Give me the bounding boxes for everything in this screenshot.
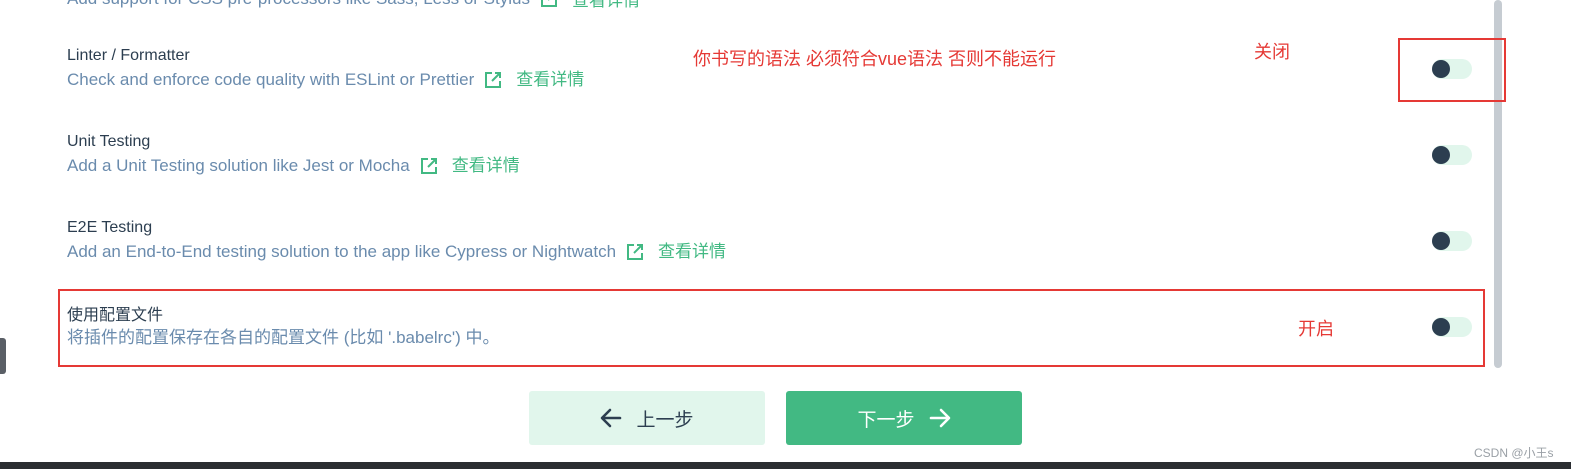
feature-desc: Add an End-to-End testing solution to th… <box>67 240 726 264</box>
more-link-label: 查看详情 <box>658 242 727 261</box>
external-link-icon <box>485 72 502 88</box>
annotation-box-config <box>58 289 1485 367</box>
feature-e2e-testing: E2E Testing Add an End-to-End testing so… <box>67 218 726 264</box>
external-link-icon <box>540 0 557 7</box>
side-drawer-handle[interactable] <box>0 338 6 374</box>
watermark: CSDN @小王s <box>1474 446 1554 460</box>
arrow-right-icon <box>929 408 950 428</box>
feature-desc-text: Add a Unit Testing solution like Jest or… <box>67 156 410 175</box>
toggle-unit-testing[interactable] <box>1432 145 1472 165</box>
partial-feature-desc-text: Add support for CSS pre-processors like … <box>67 0 530 9</box>
annotation-linter-note: 你书写的语法 必须符合vue语法 否则不能运行 <box>693 49 1057 69</box>
feature-title: Linter / Formatter <box>67 47 190 64</box>
project-features-page: Add support for CSS pre-processors like … <box>0 0 1571 469</box>
annotation-on-label: 开启 <box>1298 319 1334 339</box>
bottom-edge-bar <box>0 462 1571 469</box>
more-link-e2e-testing[interactable]: 查看详情 <box>626 240 726 264</box>
arrow-left-icon <box>601 408 622 428</box>
annotation-box-toggle <box>1398 38 1506 102</box>
feature-desc-text: Check and enforce code quality with ESLi… <box>67 70 475 89</box>
feature-title: E2E Testing <box>67 219 153 236</box>
partial-feature-desc: Add support for CSS pre-processors like … <box>67 0 640 11</box>
feature-desc: Check and enforce code quality with ESLi… <box>67 68 584 92</box>
next-step-button[interactable]: 下一步 <box>786 391 1022 445</box>
toggle-e2e-testing[interactable] <box>1432 231 1472 251</box>
feature-desc-text: Add an End-to-End testing solution to th… <box>67 242 617 261</box>
feature-title: Unit Testing <box>67 133 151 150</box>
previous-step-label: 上一步 <box>636 409 694 431</box>
feature-unit-testing: Unit Testing Add a Unit Testing solution… <box>67 132 520 178</box>
toggle-knob <box>1432 232 1450 250</box>
next-step-label: 下一步 <box>857 409 915 431</box>
previous-step-button[interactable]: 上一步 <box>529 391 765 445</box>
partial-more-link[interactable]: 查看详情 <box>540 0 640 11</box>
toggle-knob <box>1432 146 1450 164</box>
external-link-icon <box>627 244 644 260</box>
external-link-icon <box>420 158 437 174</box>
more-link-label: 查看详情 <box>516 70 585 89</box>
more-link-label: 查看详情 <box>451 156 520 175</box>
feature-linter: Linter / Formatter Check and enforce cod… <box>67 46 584 92</box>
annotation-off-label: 关闭 <box>1254 42 1290 62</box>
more-link-linter[interactable]: 查看详情 <box>484 68 584 92</box>
feature-desc: Add a Unit Testing solution like Jest or… <box>67 154 520 178</box>
more-link-unit-testing[interactable]: 查看详情 <box>420 154 520 178</box>
partial-more-label: 查看详情 <box>571 0 640 10</box>
